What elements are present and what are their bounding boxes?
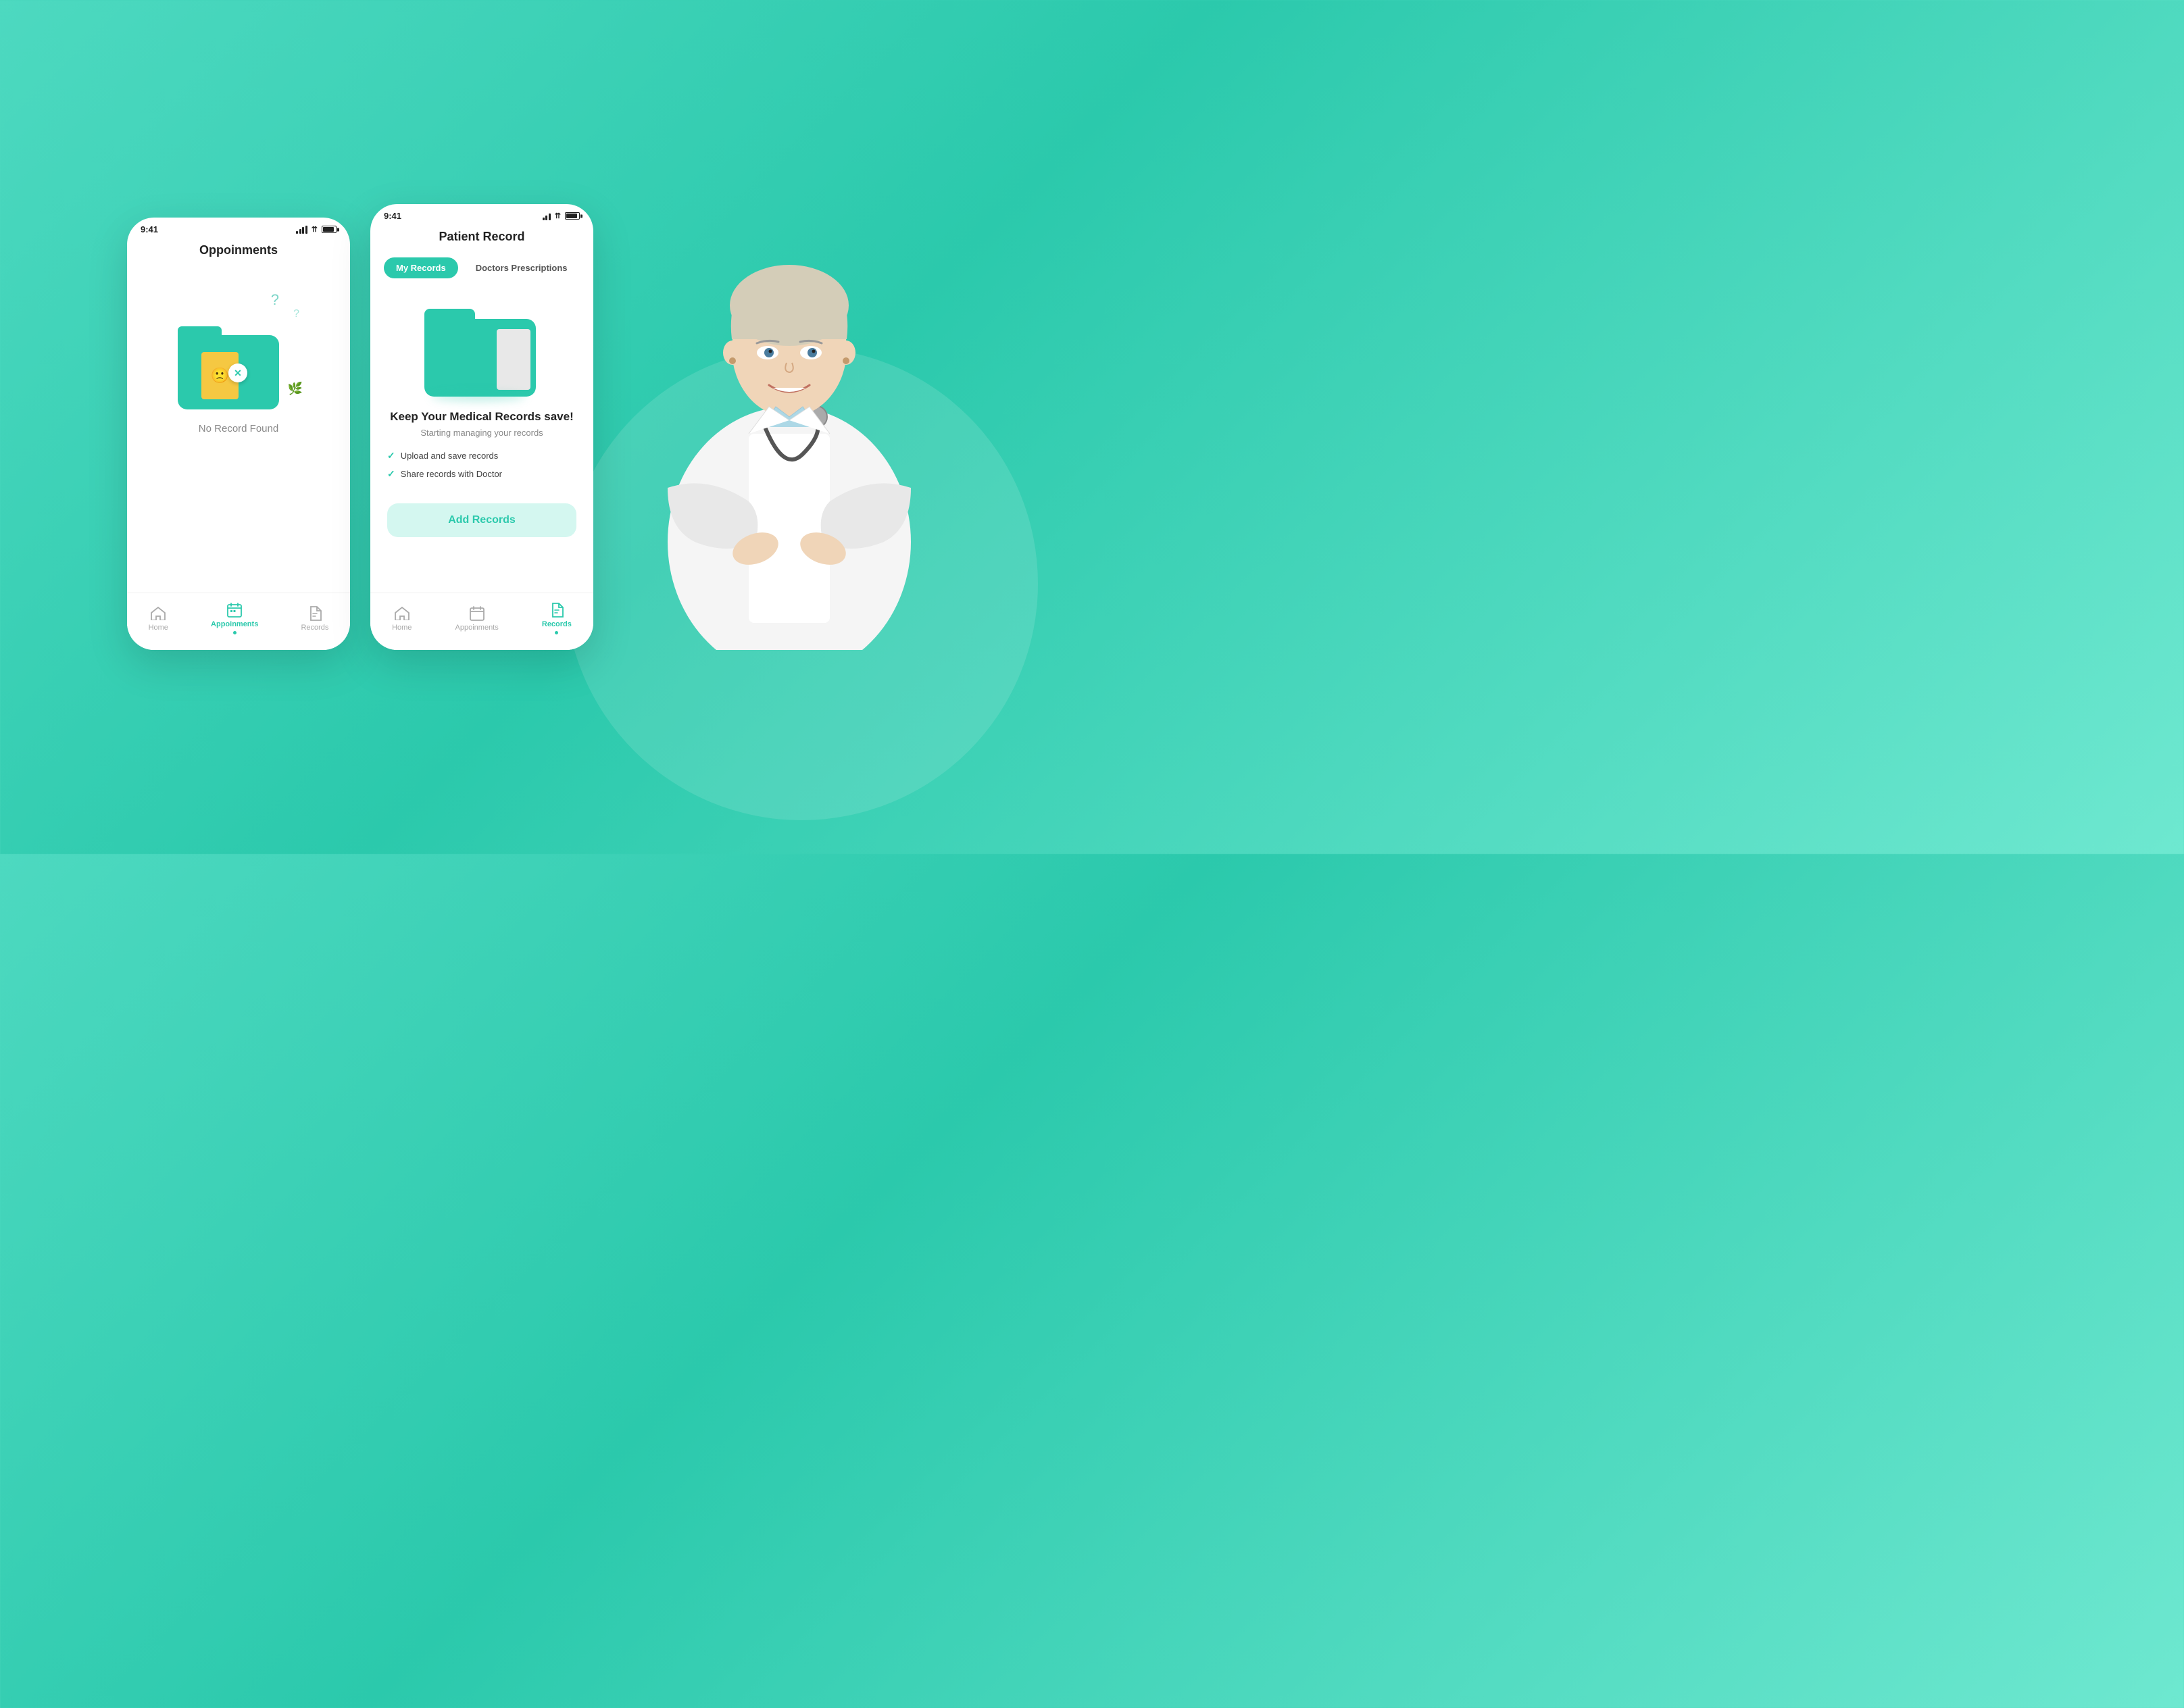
calendar-icon-right <box>469 605 485 622</box>
records-icon-right <box>549 602 565 618</box>
status-bar-right: 9:41 ⇈ <box>370 204 593 224</box>
records-heading: Keep Your Medical Records save! <box>390 410 573 424</box>
doctor-area <box>614 204 965 650</box>
battery-icon <box>322 226 337 233</box>
status-bar-left: 9:41 ⇈ <box>127 218 350 238</box>
patient-record-title: Patient Record <box>370 224 593 254</box>
check-icon-1: ✓ <box>387 450 395 461</box>
home-icon-left <box>150 605 166 622</box>
bottom-nav-left: Home Appoinments <box>127 593 350 650</box>
record-content: Keep Your Medical Records save! Starting… <box>370 288 593 551</box>
empty-illustration: ? ? 🙁 ✕ 🌿 <box>171 288 306 409</box>
wifi-icon-right: ⇈ <box>555 211 561 220</box>
nav-appointments-right[interactable]: Appoinments <box>455 605 499 632</box>
add-records-button[interactable]: Add Records <box>387 503 576 537</box>
wifi-icon: ⇈ <box>312 225 318 234</box>
bottom-nav-right: Home Appoinments <box>370 593 593 650</box>
feature-item-2: ✓ Share records with Doctor <box>387 468 576 480</box>
check-icon-2: ✓ <box>387 468 395 480</box>
nav-appointments-left[interactable]: Appoinments <box>211 602 258 634</box>
nav-appointments-label-left: Appoinments <box>211 620 258 628</box>
phone-patient-record: 9:41 ⇈ Patient Record My Records Doctors… <box>370 204 593 650</box>
nav-home-label-right: Home <box>392 624 412 632</box>
phone-appointments: 9:41 ⇈ Oppoinments ? ? <box>127 218 350 650</box>
calendar-icon-left <box>226 602 243 618</box>
nav-records-right[interactable]: Records <box>542 602 572 634</box>
nav-home-right[interactable]: Home <box>392 605 412 632</box>
time-right: 9:41 <box>384 211 401 221</box>
nav-records-left[interactable]: Records <box>301 605 328 632</box>
nav-home-label-left: Home <box>149 624 168 632</box>
nav-records-label-right: Records <box>542 620 572 628</box>
time-left: 9:41 <box>141 224 158 234</box>
signal-icon <box>296 226 307 234</box>
doctor-image <box>627 218 951 650</box>
status-icons-right: ⇈ <box>543 211 580 220</box>
feature-text-1: Upload and save records <box>401 451 499 461</box>
nav-home-left[interactable]: Home <box>149 605 168 632</box>
signal-icon-right <box>543 212 551 220</box>
tab-my-records[interactable]: My Records <box>384 257 458 278</box>
content-area: 9:41 ⇈ Oppoinments ? ? <box>127 204 965 650</box>
battery-icon-right <box>565 212 580 220</box>
nav-active-dot-right <box>555 631 558 634</box>
nav-active-dot-left <box>233 631 237 634</box>
leaf-decoration: 🌿 <box>288 382 303 396</box>
feature-text-2: Share records with Doctor <box>401 469 502 479</box>
feature-item-1: ✓ Upload and save records <box>387 450 576 461</box>
feature-list: ✓ Upload and save records ✓ Share record… <box>387 450 576 486</box>
folder-x-mark: ✕ <box>228 363 247 382</box>
folder-illustration-right <box>424 302 539 397</box>
folder-papers <box>497 329 530 390</box>
no-record-label: No Record Found <box>127 423 350 434</box>
folder-shadow <box>431 392 526 402</box>
appointments-title: Oppoinments <box>127 238 350 268</box>
home-icon-right <box>394 605 410 622</box>
records-icon-left <box>307 605 323 622</box>
nav-records-label-left: Records <box>301 624 328 632</box>
records-subtext: Starting managing your records <box>420 428 543 438</box>
folder-body-left: 🙁 ✕ <box>178 335 279 409</box>
tabs-bar: My Records Doctors Prescriptions <box>370 254 593 288</box>
folder-body-right <box>424 319 536 397</box>
nav-appointments-label-right: Appoinments <box>455 624 499 632</box>
status-icons-left: ⇈ <box>296 225 337 234</box>
tab-doctors-prescriptions[interactable]: Doctors Prescriptions <box>464 257 580 278</box>
